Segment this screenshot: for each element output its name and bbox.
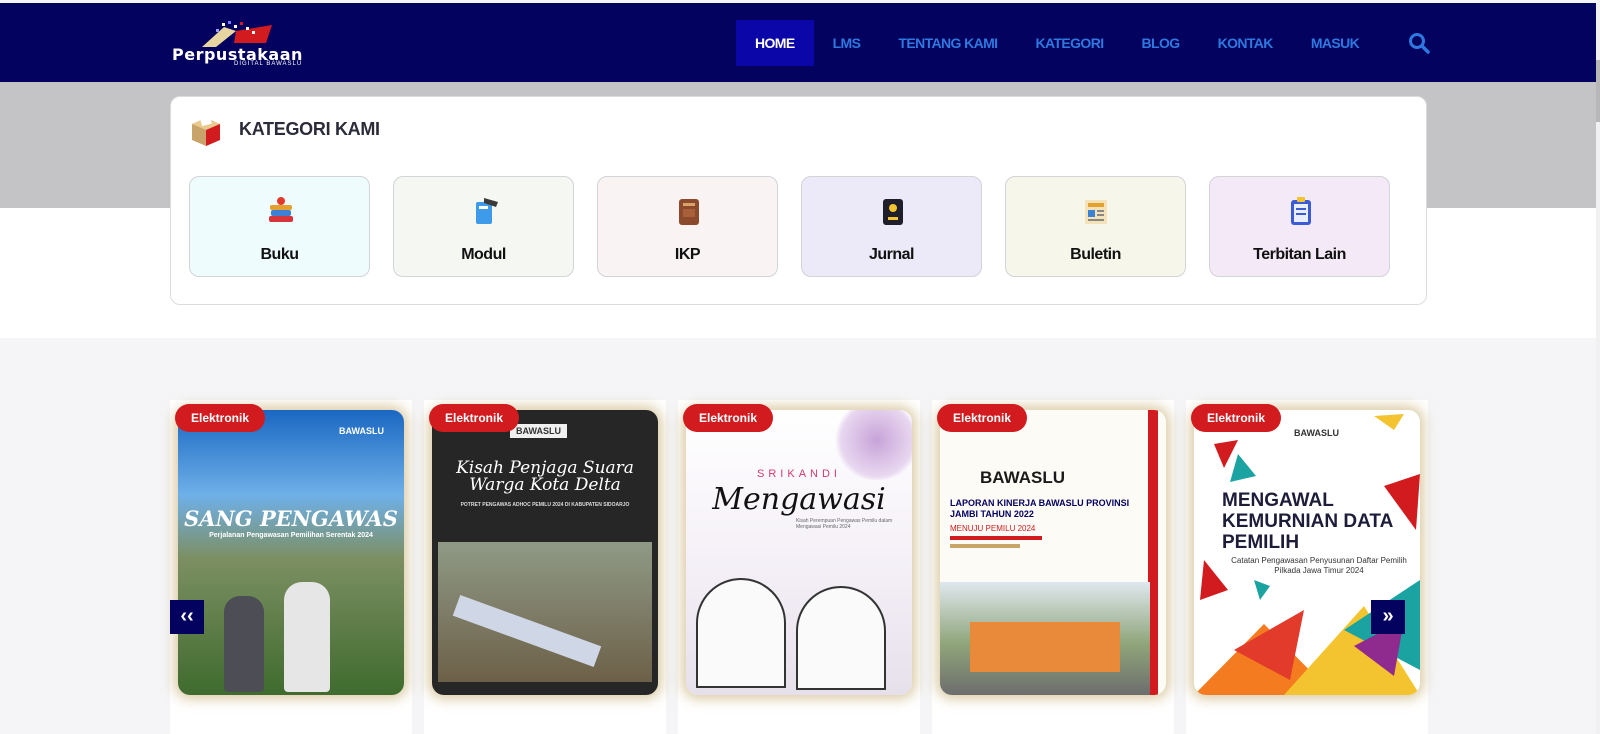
category-label: Buku	[260, 246, 300, 263]
cover-rule	[950, 544, 1020, 548]
cover-figure	[224, 596, 264, 692]
book-card[interactable]: Elektronik BAWASLU MENGAWAL KEMURNIAN DA…	[1186, 400, 1428, 734]
format-badge: Elektronik	[175, 404, 266, 432]
book-title: SANG PENGAWAS	[184, 506, 398, 531]
site-header: Perpustakaan DIGITAL BAWASLU HOME LMS TE…	[0, 3, 1596, 82]
nav-item-lms[interactable]: LMS	[814, 20, 880, 66]
cover-brand: BAWASLU	[980, 468, 1065, 487]
brown-book-icon	[679, 199, 699, 225]
journal-icon	[883, 199, 903, 225]
category-tile-ikp[interactable]: IKP	[597, 176, 778, 277]
cover-figure	[284, 582, 330, 692]
stacked-books-icon	[269, 197, 293, 222]
book-subtitle: POTRET PENGAWAS ADHOC PEMILU 2024 DI KAB…	[460, 502, 630, 508]
ballot-box-icon	[192, 115, 220, 146]
category-tile-jurnal[interactable]: Jurnal	[801, 176, 982, 277]
book-cover[interactable]: BAWASLU Kisah Penjaga Suara Warga Kota D…	[432, 410, 658, 695]
cover-brand: BAWASLU	[339, 426, 384, 436]
module-book-icon	[476, 198, 498, 224]
category-tile-buletin[interactable]: Buletin	[1005, 176, 1186, 277]
category-label: Jurnal	[868, 246, 915, 263]
category-tile-buku[interactable]: Buku	[189, 176, 370, 277]
search-icon[interactable]	[1407, 31, 1431, 55]
cover-illustration	[796, 586, 886, 690]
kategori-title: KATEGORI KAMI	[239, 119, 380, 139]
book-cover[interactable]: BAWASLU LAPORAN KINERJA BAWASLU PROVINSI…	[940, 410, 1166, 695]
nav-item-kontak[interactable]: KONTAK	[1199, 20, 1292, 66]
cover-rule	[950, 536, 1042, 540]
category-label: IKP	[674, 246, 701, 263]
book-title: LAPORAN KINERJA BAWASLU PROVINSI JAMBI T…	[950, 498, 1130, 519]
book-card[interactable]: Elektronik BAWASLU SANG PENGAWAS Perjala…	[170, 400, 412, 734]
book-subtitle: Kisah Perempuan Pengawas Pemilu dalam Me…	[796, 518, 893, 530]
book-card[interactable]: Elektronik BAWASLU Kisah Penjaga Suara W…	[424, 400, 666, 734]
book-subtitle: Perjalanan Pengawasan Pemilihan Serentak…	[209, 532, 373, 539]
book-carousel: Elektronik BAWASLU SANG PENGAWAS Perjala…	[170, 400, 1428, 734]
kategori-card: KATEGORI KAMI Buku Modul IKP Jurnal Bule…	[170, 96, 1427, 305]
main-nav: HOME LMS TENTANG KAMI KATEGORI BLOG KONT…	[736, 20, 1378, 66]
book-cover[interactable]: BAWASLU SANG PENGAWAS Perjalanan Pengawa…	[178, 410, 404, 695]
format-badge: Elektronik	[683, 404, 774, 432]
category-tile-terbitan-lain[interactable]: Terbitan Lain	[1209, 176, 1390, 277]
cover-illustration	[696, 578, 786, 688]
book-kicker: SRIKANDI	[757, 468, 841, 480]
book-title: Kisah Penjaga Suara Warga Kota Delta	[456, 458, 634, 495]
cover-brand: BAWASLU	[1294, 428, 1339, 438]
site-logo[interactable]: Perpustakaan DIGITAL BAWASLU	[172, 21, 332, 67]
nav-item-kategori[interactable]: KATEGORI	[1016, 20, 1122, 66]
book-card[interactable]: Elektronik SRIKANDI Mengawasi Kisah Pere…	[678, 400, 920, 734]
newspaper-icon	[1085, 200, 1107, 224]
nav-item-tentang-kami[interactable]: TENTANG KAMI	[879, 20, 1016, 66]
nav-item-blog[interactable]: BLOG	[1123, 20, 1199, 66]
book-title: Mengawasi	[712, 482, 886, 517]
page: Perpustakaan DIGITAL BAWASLU HOME LMS TE…	[0, 0, 1600, 734]
book-cover[interactable]: SRIKANDI Mengawasi Kisah Perempuan Penga…	[686, 410, 912, 695]
book-card[interactable]: Elektronik BAWASLU LAPORAN KINERJA BAWAS…	[932, 400, 1174, 734]
scrollbar-thumb[interactable]	[1596, 60, 1600, 122]
format-badge: Elektronik	[429, 404, 520, 432]
book-cover[interactable]: BAWASLU MENGAWAL KEMURNIAN DATA PEMILIH …	[1194, 410, 1420, 695]
cover-building	[970, 622, 1120, 672]
book-title: MENGAWAL KEMURNIAN DATA PEMILIH	[1222, 490, 1393, 553]
category-tile-modul[interactable]: Modul	[393, 176, 574, 277]
cover-brand: BAWASLU	[510, 424, 567, 438]
format-badge: Elektronik	[1191, 404, 1282, 432]
clipboard-icon	[1291, 197, 1311, 225]
book-subtitle: Catatan Pengawasan Penyusunan Daftar Pem…	[1231, 556, 1407, 575]
nav-item-home[interactable]: HOME	[736, 20, 814, 66]
carousel-prev-button[interactable]: ‹‹	[170, 600, 204, 634]
category-label: Terbitan Lain	[1253, 246, 1346, 263]
format-badge: Elektronik	[937, 404, 1028, 432]
category-label: Buletin	[1070, 246, 1121, 263]
logo-subtitle: DIGITAL BAWASLU	[234, 61, 303, 67]
carousel-next-button[interactable]: »	[1371, 600, 1405, 634]
category-label: Modul	[461, 246, 506, 263]
nav-item-masuk[interactable]: MASUK	[1292, 20, 1378, 66]
book-subtitle: MENUJU PEMILU 2024	[950, 524, 1036, 533]
